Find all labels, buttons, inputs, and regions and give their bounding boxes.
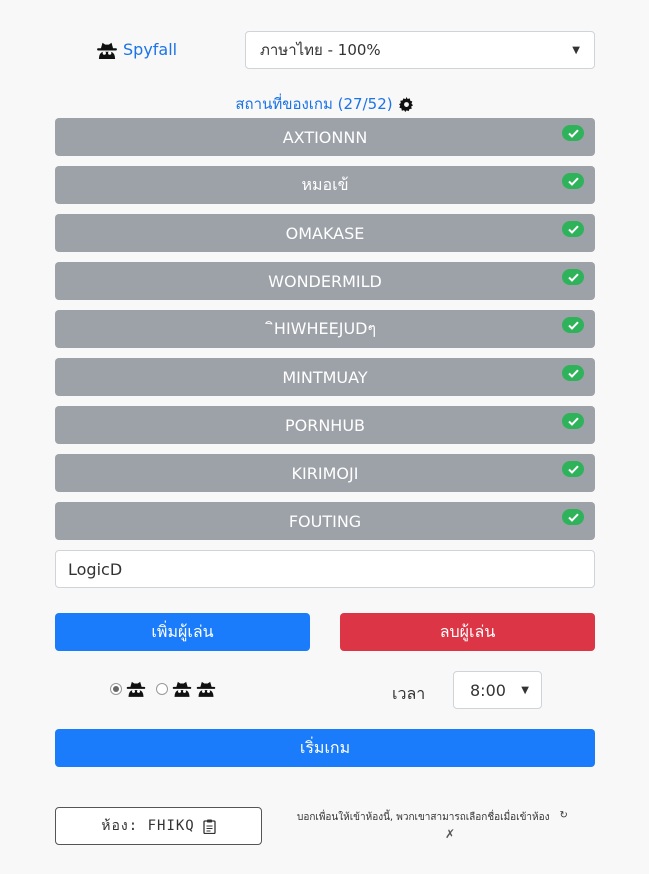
check-icon — [562, 461, 584, 477]
timer-select[interactable]: 8:00 ▼ — [453, 671, 542, 709]
remove-player-button[interactable]: ลบผู้เล่น — [340, 613, 595, 651]
language-select-value: ภาษาไทย - 100% — [260, 41, 381, 59]
refresh-icon[interactable]: ↻ — [560, 810, 568, 825]
player-item[interactable]: FOUTING — [55, 502, 595, 540]
gear-icon[interactable] — [398, 96, 414, 112]
chevron-down-icon: ▼ — [521, 684, 529, 696]
timer-label: เวลา — [392, 684, 426, 703]
share-note-text: บอกเพื่อนให้เข้าห้องนี้, พวกเขาสามารถเลื… — [297, 812, 550, 823]
clipboard-icon — [203, 819, 216, 834]
locations-link[interactable]: สถานที่ของเกม (27/52) — [0, 92, 649, 116]
player-name: FOUTING — [288, 511, 362, 531]
player-item[interactable]: OMAKASE — [55, 214, 595, 252]
player-name-input[interactable]: LogicD — [55, 550, 595, 588]
check-icon — [562, 221, 584, 237]
spy-icon — [126, 680, 146, 697]
spy-count-options — [110, 680, 216, 697]
spy-icon — [96, 41, 118, 59]
player-item[interactable]: ิHIWHEEJUDๆ — [55, 310, 595, 348]
player-item[interactable]: PORNHUB — [55, 406, 595, 444]
timer-select-value: 8:00 — [470, 680, 506, 700]
check-icon — [562, 125, 584, 141]
player-item[interactable]: หมอเข้ — [55, 166, 595, 204]
spy-icon — [172, 680, 192, 697]
player-item[interactable]: MINTMUAY — [55, 358, 595, 396]
language-select[interactable]: ภาษาไทย - 100% ▼ — [245, 31, 595, 69]
player-item[interactable]: KIRIMOJI — [55, 454, 595, 492]
player-name: หมอเข้ — [301, 174, 349, 194]
check-icon — [562, 317, 584, 333]
player-item[interactable]: AXTIONNN — [55, 118, 595, 156]
player-name: KIRIMOJI — [291, 463, 359, 483]
player-name: PORNHUB — [284, 415, 366, 435]
radio-two-spies[interactable] — [156, 682, 168, 695]
player-name-input-value: LogicD — [68, 559, 123, 579]
chevron-down-icon: ▼ — [572, 44, 580, 56]
player-name: OMAKASE — [285, 223, 365, 243]
brand-label: Spyfall — [123, 40, 178, 59]
room-code: ห้อง: FHIKQ — [101, 818, 195, 834]
close-icon[interactable]: ✗ — [445, 827, 455, 841]
start-game-button[interactable]: เริ่มเกม — [55, 729, 595, 767]
player-name: AXTIONNN — [282, 127, 368, 147]
player-name: ิHIWHEEJUDๆ — [273, 318, 377, 338]
spy-count-option-one[interactable] — [110, 680, 146, 697]
check-icon — [562, 173, 584, 189]
check-icon — [562, 269, 584, 285]
header: Spyfall ภาษาไทย - 100% ▼ — [0, 31, 649, 69]
share-note: บอกเพื่อนให้เข้าห้องนี้, พวกเขาสามารถเลื… — [297, 810, 597, 841]
locations-link-label: สถานที่ของเกม (27/52) — [235, 95, 393, 113]
check-icon — [562, 509, 584, 525]
brand-link[interactable]: Spyfall — [96, 40, 177, 59]
spy-icon — [196, 680, 216, 697]
room-code-button[interactable]: ห้อง: FHIKQ — [55, 807, 262, 845]
spy-count-option-two[interactable] — [156, 680, 216, 697]
player-name: WONDERMILD — [268, 271, 382, 291]
player-item[interactable]: WONDERMILD — [55, 262, 595, 300]
check-icon — [562, 413, 584, 429]
player-name: MINTMUAY — [282, 367, 368, 387]
add-player-button[interactable]: เพิ่มผู้เล่น — [55, 613, 310, 651]
player-list: AXTIONNN หมอเข้ OMAKASE WONDERMILD ิHIWH… — [55, 118, 595, 550]
check-icon — [562, 365, 584, 381]
radio-one-spy[interactable] — [110, 682, 122, 695]
